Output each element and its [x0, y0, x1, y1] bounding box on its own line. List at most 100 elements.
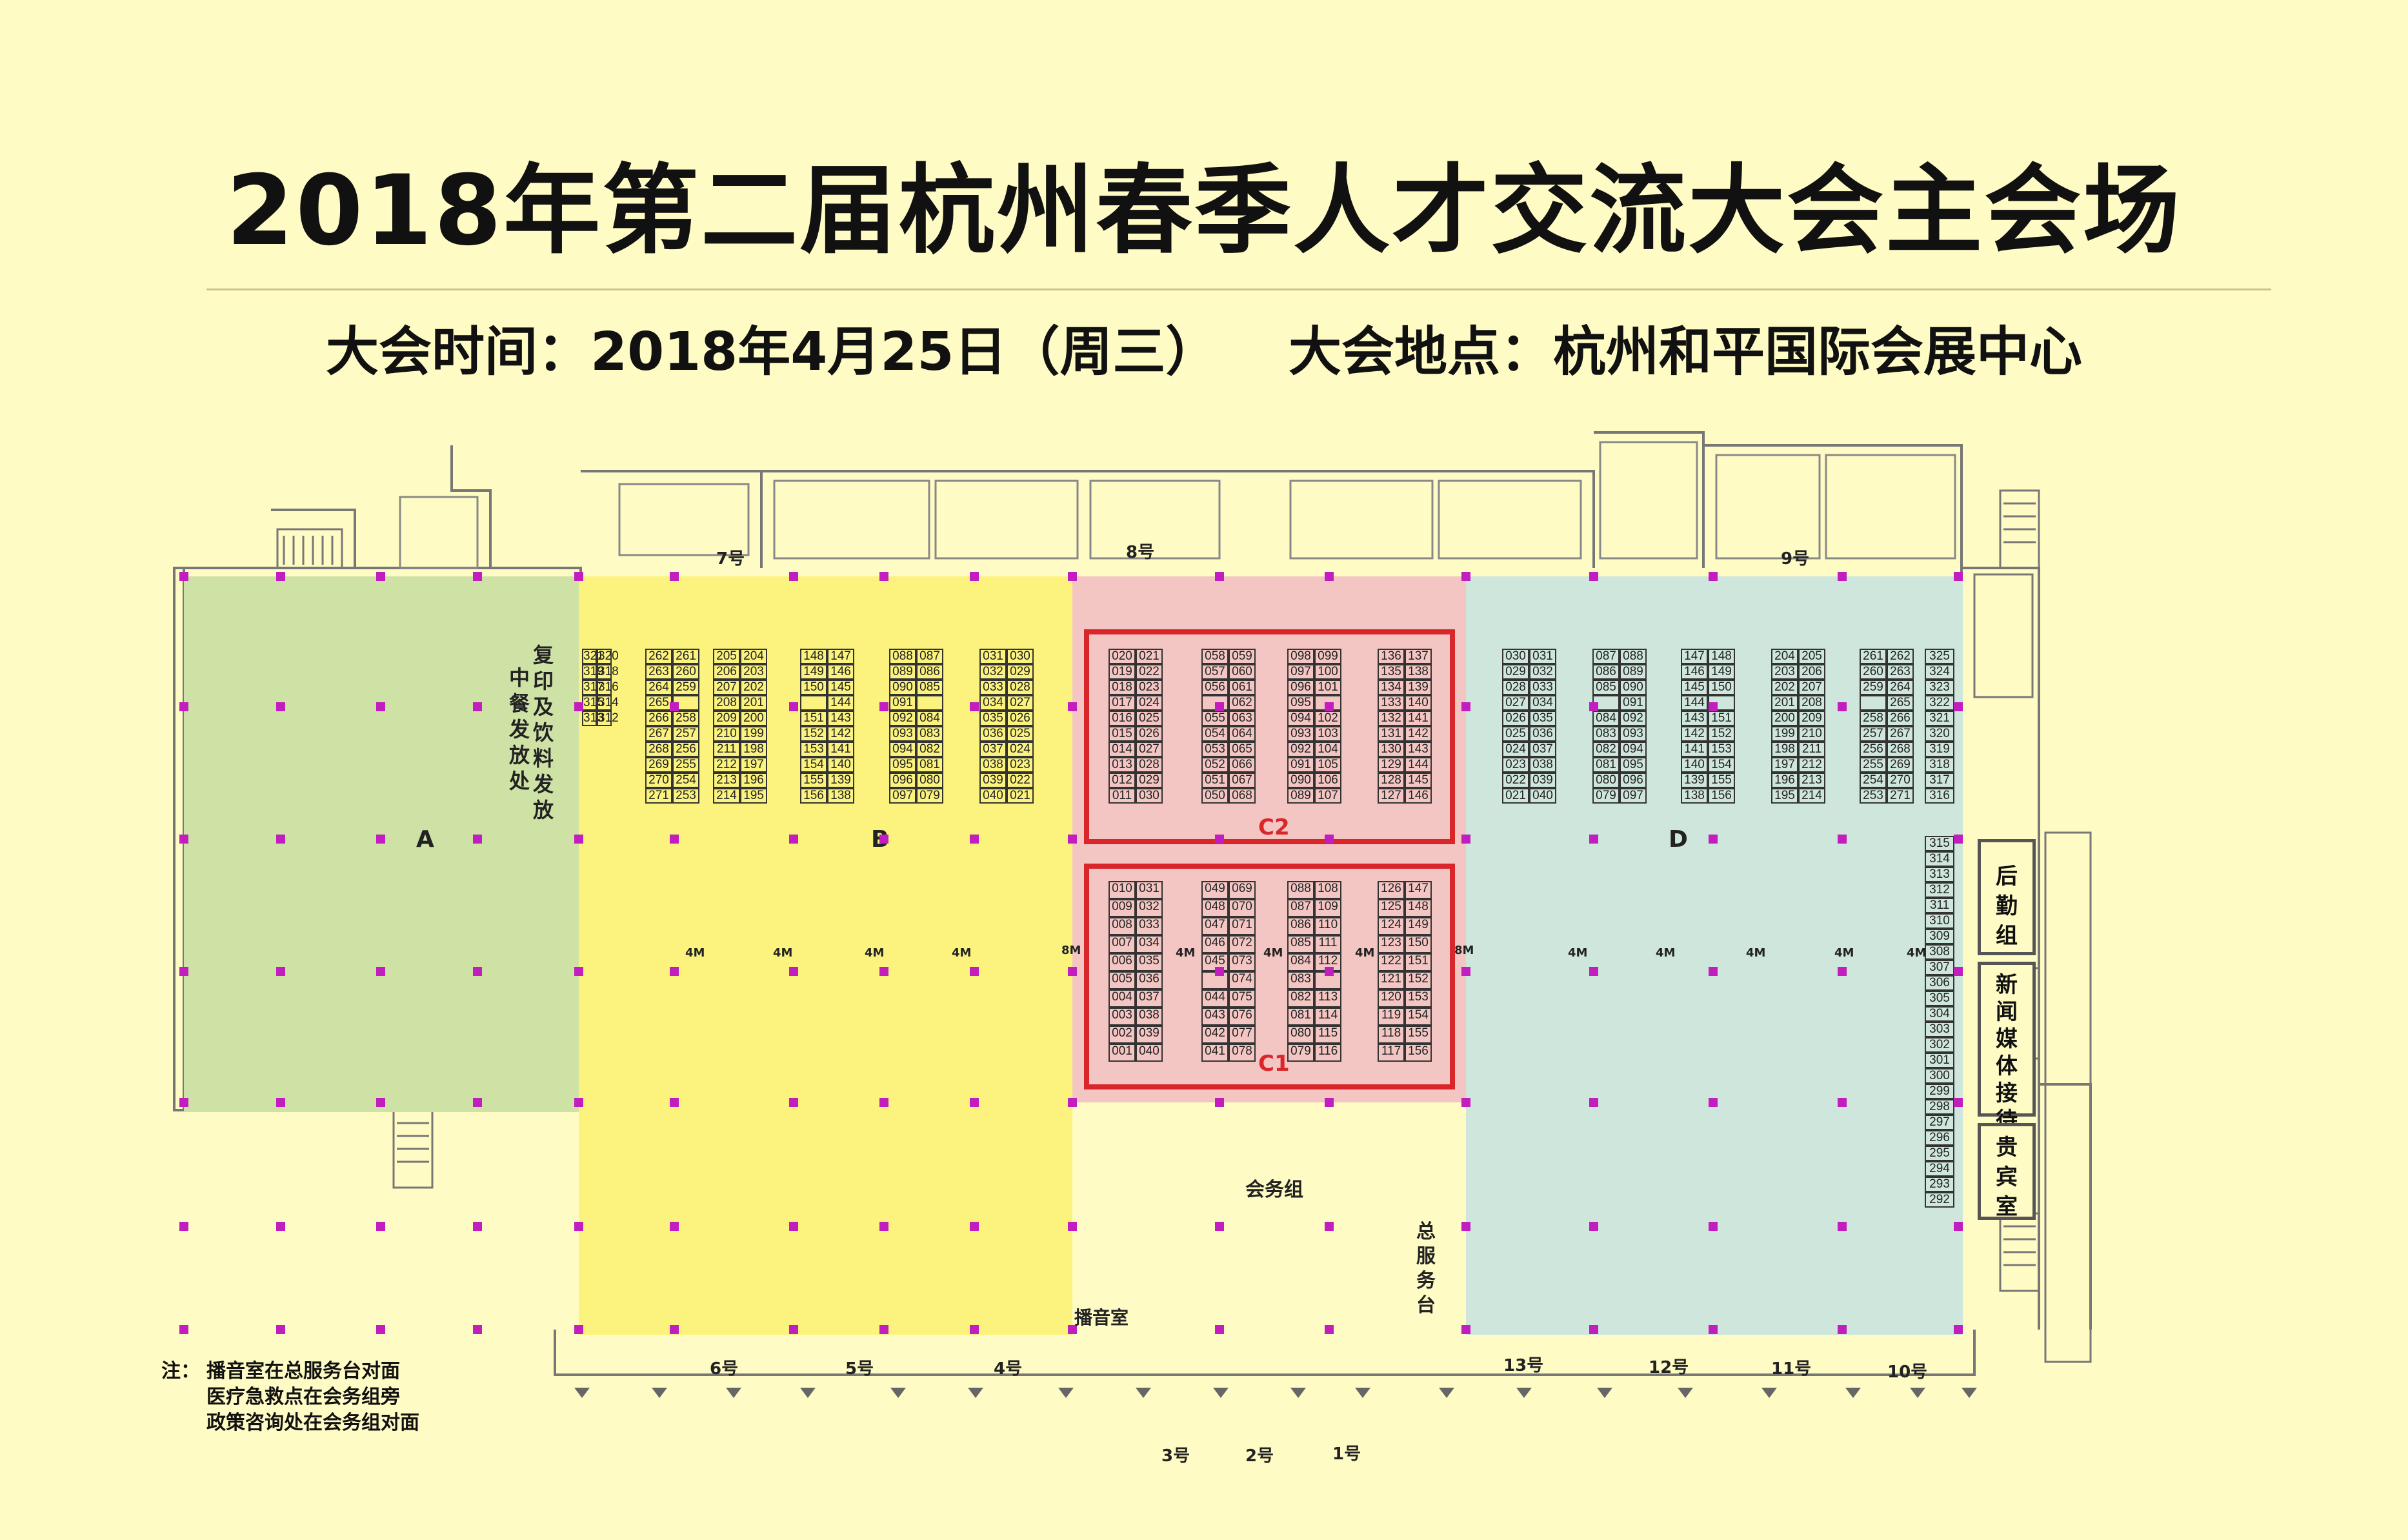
booth-c2[interactable]: 095 [1287, 695, 1314, 711]
booth-b[interactable]: 156 [800, 788, 827, 804]
booth-c2[interactable]: 019 [1109, 664, 1136, 680]
booth-c2[interactable]: 023 [1136, 680, 1163, 695]
booth-side[interactable]: 303 [1925, 1022, 1954, 1037]
booth-c1[interactable]: 082 [1287, 989, 1314, 1008]
booth-d[interactable]: 090 [1620, 680, 1647, 695]
booth-b[interactable]: 079 [916, 788, 943, 804]
booth-c1[interactable]: 073 [1229, 953, 1256, 971]
booth-c1[interactable]: 007 [1109, 935, 1136, 953]
booth-c1[interactable]: 035 [1136, 953, 1163, 971]
booth-c2[interactable]: 013 [1109, 757, 1136, 773]
booth-d[interactable]: 095 [1620, 757, 1647, 773]
booth-b[interactable]: 040 [979, 788, 1007, 804]
booth-d[interactable]: 262 [1887, 649, 1914, 664]
booth-d[interactable]: 212 [1798, 757, 1825, 773]
booth-d[interactable]: 321 [1925, 711, 1954, 726]
booth-b[interactable]: 198 [740, 742, 767, 757]
booth-d[interactable]: 270 [1887, 773, 1914, 788]
booth-b[interactable]: 141 [827, 742, 854, 757]
booth-d[interactable]: 035 [1529, 711, 1556, 726]
booth-side[interactable]: 298 [1925, 1099, 1954, 1115]
booth-d[interactable]: 085 [1592, 680, 1620, 695]
booth-c2[interactable]: 051 [1201, 773, 1229, 788]
booth-c1[interactable]: 075 [1229, 989, 1256, 1008]
booth-d[interactable]: 322 [1925, 695, 1954, 711]
booth-b[interactable]: 314 [597, 695, 619, 711]
booth-side[interactable]: 311 [1925, 898, 1954, 913]
booth-c2[interactable]: 015 [1109, 726, 1136, 742]
booth-b[interactable]: 209 [713, 711, 740, 726]
booth-c1[interactable]: 037 [1136, 989, 1163, 1008]
booth-c1[interactable]: 006 [1109, 953, 1136, 971]
booth-c1[interactable]: 047 [1201, 917, 1229, 935]
booth-b[interactable]: 201 [740, 695, 767, 711]
booth-b[interactable]: 207 [713, 680, 740, 695]
booth-b[interactable]: 269 [645, 757, 672, 773]
booth-b[interactable]: 021 [1007, 788, 1034, 804]
booth-b[interactable]: 202 [740, 680, 767, 695]
booth-d[interactable]: 146 [1681, 664, 1708, 680]
booth-d[interactable]: 089 [1620, 664, 1647, 680]
booth-c1[interactable]: 081 [1287, 1008, 1314, 1026]
booth-c2[interactable]: 068 [1229, 788, 1256, 804]
booth-c2[interactable]: 012 [1109, 773, 1136, 788]
booth-b[interactable]: 086 [916, 664, 943, 680]
booth-b[interactable]: 095 [889, 757, 916, 773]
booth-b[interactable]: 030 [1007, 649, 1034, 664]
booth-d[interactable] [1860, 695, 1887, 711]
booth-b[interactable]: 258 [672, 711, 699, 726]
booth-c2[interactable]: 100 [1314, 664, 1341, 680]
booth-c2[interactable]: 056 [1201, 680, 1229, 695]
booth-c1[interactable]: 046 [1201, 935, 1229, 953]
booth-c1[interactable]: 108 [1314, 881, 1341, 899]
booth-c2[interactable]: 097 [1287, 664, 1314, 680]
booth-c2[interactable]: 101 [1314, 680, 1341, 695]
booth-c2[interactable]: 143 [1405, 742, 1432, 757]
booth-c1[interactable]: 150 [1405, 935, 1432, 953]
booth-b[interactable]: 088 [889, 649, 916, 664]
booth-c2[interactable]: 065 [1229, 742, 1256, 757]
booth-b[interactable]: 023 [1007, 757, 1034, 773]
booth-d[interactable]: 082 [1592, 742, 1620, 757]
booth-c2[interactable]: 029 [1136, 773, 1163, 788]
booth-d[interactable]: 260 [1860, 664, 1887, 680]
booth-d[interactable]: 034 [1529, 695, 1556, 711]
booth-c2[interactable]: 129 [1378, 757, 1405, 773]
booth-d[interactable]: 265 [1887, 695, 1914, 711]
booth-c1[interactable]: 121 [1378, 971, 1405, 989]
booth-c2[interactable]: 017 [1109, 695, 1136, 711]
booth-c1[interactable]: 122 [1378, 953, 1405, 971]
booth-c2[interactable]: 092 [1287, 742, 1314, 757]
booth-b[interactable]: 254 [672, 773, 699, 788]
booth-c1[interactable]: 111 [1314, 935, 1341, 953]
booth-c2[interactable]: 089 [1287, 788, 1314, 804]
booth-b[interactable]: 320 [597, 649, 619, 664]
booth-c1[interactable]: 070 [1229, 899, 1256, 917]
booth-c1[interactable]: 156 [1405, 1044, 1432, 1062]
booth-d[interactable]: 033 [1529, 680, 1556, 695]
booth-b[interactable]: 205 [713, 649, 740, 664]
booth-b[interactable]: 315 [582, 695, 604, 711]
booth-d[interactable]: 317 [1925, 773, 1954, 788]
booth-b[interactable]: 154 [800, 757, 827, 773]
booth-c1[interactable]: 154 [1405, 1008, 1432, 1026]
booth-b[interactable]: 318 [597, 664, 619, 680]
booth-b[interactable]: 212 [713, 757, 740, 773]
booth-d[interactable]: 152 [1708, 726, 1735, 742]
booth-d[interactable]: 214 [1798, 788, 1825, 804]
booth-c2[interactable]: 145 [1405, 773, 1432, 788]
booth-d[interactable]: 143 [1681, 711, 1708, 726]
booth-c1[interactable]: 153 [1405, 989, 1432, 1008]
booth-b[interactable]: 197 [740, 757, 767, 773]
booth-c1[interactable]: 040 [1136, 1044, 1163, 1062]
booth-d[interactable]: 263 [1887, 664, 1914, 680]
booth-d[interactable]: 324 [1925, 664, 1954, 680]
booth-c2[interactable]: 021 [1136, 649, 1163, 664]
booth-c2[interactable]: 066 [1229, 757, 1256, 773]
booth-d[interactable]: 145 [1681, 680, 1708, 695]
booth-c2[interactable]: 140 [1405, 695, 1432, 711]
booth-b[interactable]: 151 [800, 711, 827, 726]
booth-b[interactable]: 270 [645, 773, 672, 788]
booth-c2[interactable]: 053 [1201, 742, 1229, 757]
booth-b[interactable]: 092 [889, 711, 916, 726]
